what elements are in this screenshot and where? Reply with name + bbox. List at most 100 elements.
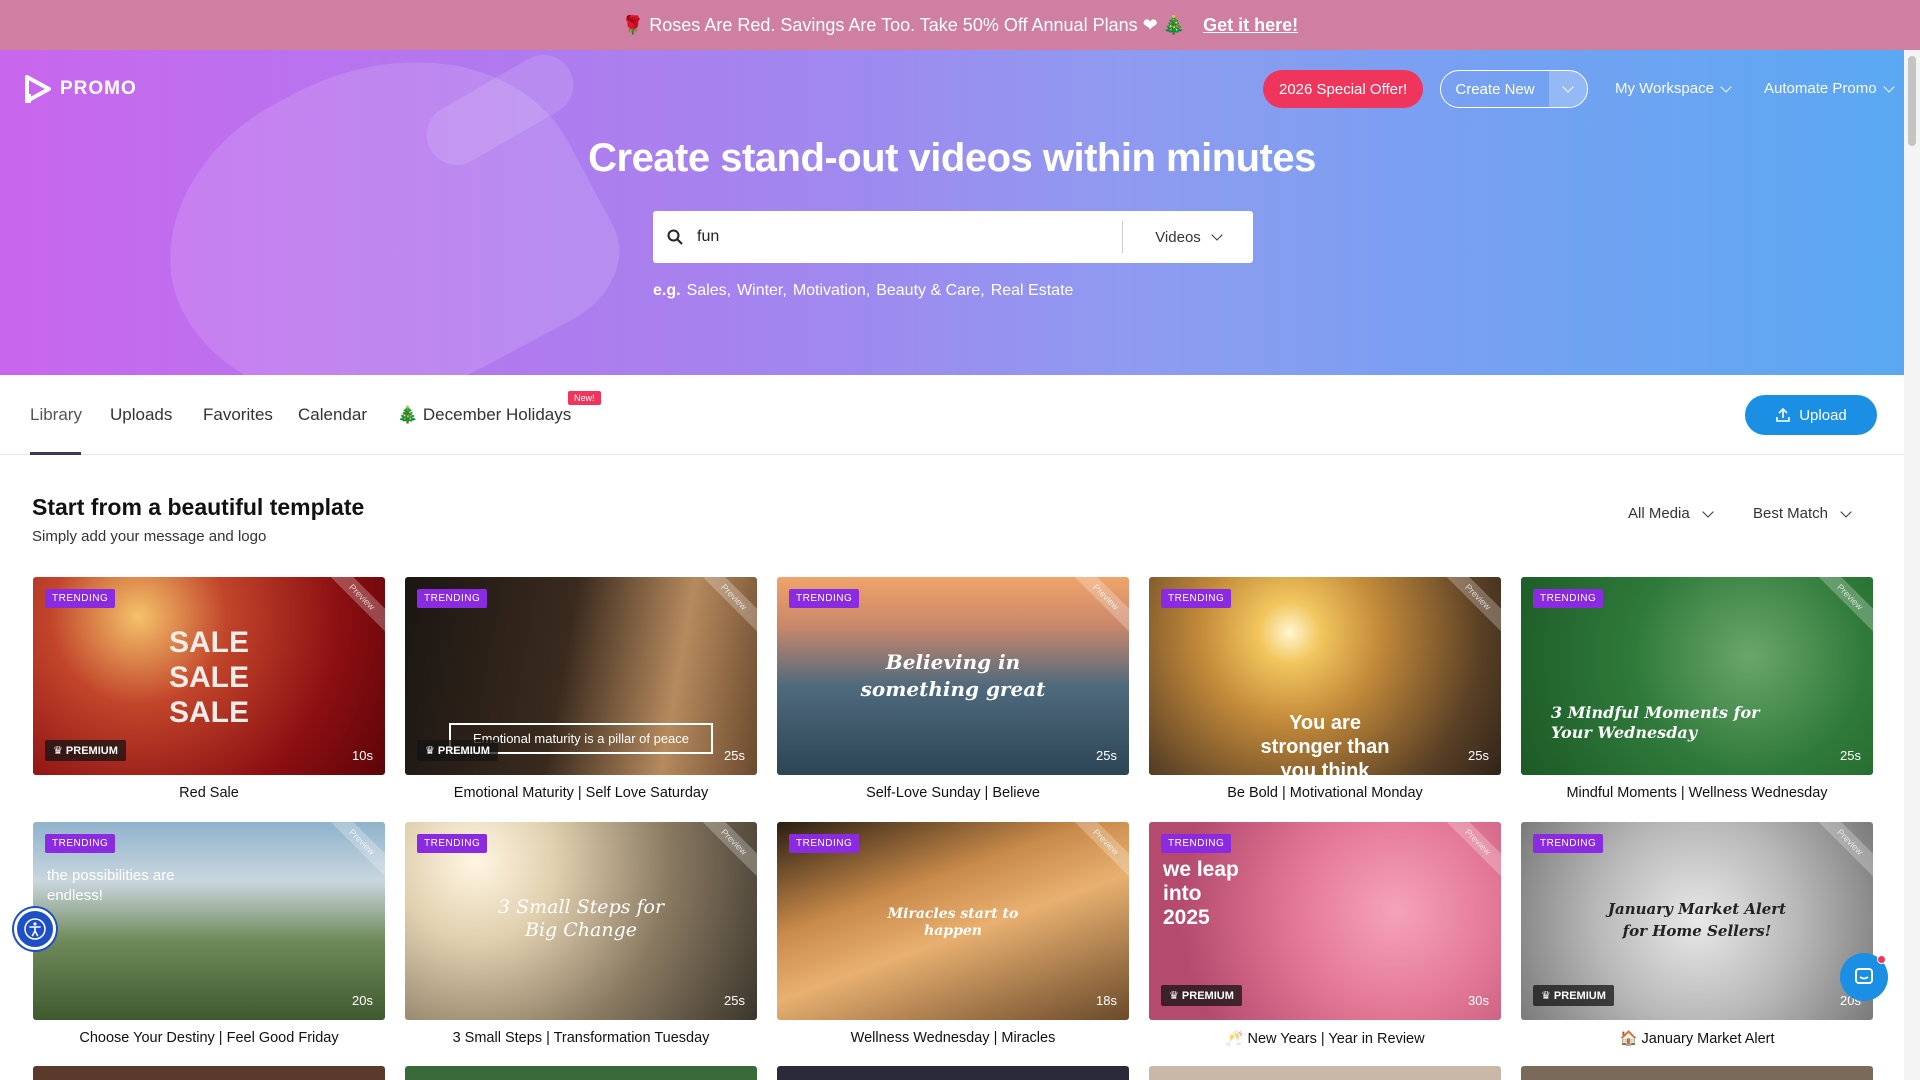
tab-december-holidays[interactable]: 🎄 December Holidays bbox=[397, 405, 571, 425]
template-card[interactable]: Preview TRENDING Believing in something … bbox=[777, 577, 1129, 801]
template-card[interactable]: Preview TRENDING Emotional maturity is a… bbox=[405, 577, 757, 801]
template-title[interactable]: 🥂 New Years | Year in Review bbox=[1149, 1030, 1501, 1047]
create-new-label[interactable]: Create New bbox=[1441, 81, 1549, 98]
preview-ribbon: Preview bbox=[1068, 822, 1129, 880]
example-link[interactable]: Winter, bbox=[737, 282, 787, 300]
premium-badge: ♛ PREMIUM bbox=[45, 740, 126, 761]
template-thumbnail-partial[interactable] bbox=[405, 1066, 757, 1080]
preview-ribbon: Preview bbox=[696, 577, 757, 635]
section-title: Start from a beautiful template bbox=[32, 494, 365, 520]
template-thumbnail-partial[interactable] bbox=[1521, 1066, 1873, 1080]
automate-promo-menu[interactable]: Automate Promo bbox=[1764, 80, 1895, 97]
thumbnail-overlay-text: January Market Alert for Home Sellers! bbox=[1607, 900, 1787, 940]
accessibility-button[interactable] bbox=[14, 908, 56, 950]
preview-ribbon: Preview bbox=[1812, 822, 1873, 880]
template-thumbnail[interactable]: Preview TRENDING SALE SALE SALE ♛ PREMIU… bbox=[33, 577, 385, 775]
premium-badge: ♛ PREMIUM bbox=[1161, 985, 1242, 1006]
premium-label: PREMIUM bbox=[1181, 990, 1234, 1002]
media-filter-select[interactable]: All Media bbox=[1628, 505, 1714, 522]
create-new-button[interactable]: Create New bbox=[1440, 70, 1588, 108]
template-card[interactable]: Preview TRENDING the possibilities are e… bbox=[33, 822, 385, 1046]
trending-badge: TRENDING bbox=[1533, 834, 1604, 853]
template-thumbnail-partial[interactable] bbox=[1149, 1066, 1501, 1080]
chevron-down-icon bbox=[1882, 80, 1895, 93]
template-title[interactable]: Red Sale bbox=[33, 785, 385, 801]
template-card[interactable]: Preview TRENDING we leap into 2025 ♛ PRE… bbox=[1149, 822, 1501, 1047]
search-input[interactable]: fun bbox=[697, 228, 1122, 246]
template-card[interactable]: Preview TRENDING You are stronger than y… bbox=[1149, 577, 1501, 801]
template-thumbnail[interactable]: Preview TRENDING we leap into 2025 ♛ PRE… bbox=[1149, 822, 1501, 1020]
template-title[interactable]: 🏠 January Market Alert bbox=[1521, 1030, 1873, 1047]
tab-library[interactable]: Library bbox=[30, 405, 82, 425]
example-link[interactable]: Motivation, bbox=[793, 282, 870, 300]
template-title[interactable]: Mindful Moments | Wellness Wednesday bbox=[1521, 785, 1873, 801]
template-title[interactable]: Self-Love Sunday | Believe bbox=[777, 785, 1129, 801]
template-thumbnail-partial[interactable] bbox=[777, 1066, 1129, 1080]
thumbnail-overlay-text: SALE SALE SALE bbox=[168, 626, 249, 729]
trending-badge: TRENDING bbox=[789, 589, 860, 608]
template-thumbnail[interactable]: Preview TRENDING 3 Mindful Moments for Y… bbox=[1521, 577, 1873, 775]
tab-favorites[interactable]: Favorites bbox=[203, 405, 273, 425]
special-offer-button[interactable]: 2026 Special Offer! bbox=[1263, 70, 1424, 108]
search-type-select[interactable]: Videos bbox=[1123, 229, 1253, 246]
chevron-down-icon bbox=[1720, 80, 1732, 93]
template-card[interactable]: Preview TRENDING January Market Alert fo… bbox=[1521, 822, 1873, 1047]
promo-banner-text: 🌹 Roses Are Red. Savings Are Too. Take 5… bbox=[621, 14, 1186, 35]
sort-select[interactable]: Best Match bbox=[1753, 505, 1852, 522]
premium-label: PREMIUM bbox=[65, 745, 118, 757]
trending-badge: TRENDING bbox=[45, 834, 116, 853]
promo-logo[interactable]: PROMO bbox=[24, 74, 137, 104]
template-thumbnail[interactable]: Preview TRENDING 3 Small Steps for Big C… bbox=[405, 822, 757, 1020]
premium-label: PREMIUM bbox=[1553, 990, 1606, 1002]
template-title[interactable]: Choose Your Destiny | Feel Good Friday bbox=[33, 1030, 385, 1046]
my-workspace-menu[interactable]: My Workspace bbox=[1615, 80, 1732, 97]
search-icon bbox=[653, 229, 697, 245]
new-badge: New! bbox=[568, 391, 601, 405]
template-title[interactable]: Be Bold | Motivational Monday bbox=[1149, 785, 1501, 801]
template-thumbnail[interactable]: Preview TRENDING Believing in something … bbox=[777, 577, 1129, 775]
trending-badge: TRENDING bbox=[417, 834, 488, 853]
chevron-down-icon bbox=[1702, 505, 1714, 518]
template-title[interactable]: Wellness Wednesday | Miracles bbox=[777, 1030, 1129, 1046]
chat-icon bbox=[1855, 968, 1873, 984]
page-scrollbar[interactable] bbox=[1904, 50, 1920, 1080]
duration-label: 10s bbox=[352, 748, 373, 763]
premium-label: PREMIUM bbox=[437, 745, 490, 757]
trending-badge: TRENDING bbox=[45, 589, 116, 608]
preview-ribbon: Preview bbox=[1812, 577, 1873, 635]
preview-ribbon: Preview bbox=[324, 822, 385, 880]
preview-ribbon: Preview bbox=[1440, 822, 1501, 880]
example-link[interactable]: Sales, bbox=[687, 282, 731, 300]
scrollbar-thumb[interactable] bbox=[1908, 56, 1916, 146]
template-thumbnail-partial[interactable] bbox=[33, 1066, 385, 1080]
thumbnail-overlay-text: Believing in something great bbox=[860, 650, 1046, 701]
example-link[interactable]: Real Estate bbox=[991, 282, 1074, 300]
preview-ribbon: Preview bbox=[1068, 577, 1129, 635]
example-link[interactable]: Beauty & Care, bbox=[876, 282, 985, 300]
template-thumbnail[interactable]: Preview TRENDING You are stronger than y… bbox=[1149, 577, 1501, 775]
trending-badge: TRENDING bbox=[417, 589, 488, 608]
duration-label: 18s bbox=[1096, 993, 1117, 1008]
upload-label: Upload bbox=[1799, 406, 1847, 424]
template-thumbnail[interactable]: Preview TRENDING Emotional maturity is a… bbox=[405, 577, 757, 775]
promo-banner-link[interactable]: Get it here! bbox=[1203, 15, 1298, 36]
template-thumbnail[interactable]: Preview TRENDING the possibilities are e… bbox=[33, 822, 385, 1020]
create-new-dropdown[interactable] bbox=[1549, 71, 1587, 107]
tab-uploads[interactable]: Uploads bbox=[110, 405, 172, 425]
trending-badge: TRENDING bbox=[1533, 589, 1604, 608]
template-title[interactable]: 3 Small Steps | Transformation Tuesday bbox=[405, 1030, 757, 1046]
template-card[interactable]: Preview TRENDING 3 Small Steps for Big C… bbox=[405, 822, 757, 1046]
tab-calendar[interactable]: Calendar bbox=[298, 405, 367, 425]
my-workspace-label: My Workspace bbox=[1615, 80, 1714, 97]
chat-support-button[interactable] bbox=[1840, 953, 1888, 1001]
search-bar: fun Videos bbox=[653, 211, 1253, 263]
template-thumbnail[interactable]: Preview TRENDING Miracles start to happe… bbox=[777, 822, 1129, 1020]
template-title[interactable]: Emotional Maturity | Self Love Saturday bbox=[405, 785, 757, 801]
media-filter-label: All Media bbox=[1628, 505, 1690, 522]
template-card[interactable]: Preview TRENDING Miracles start to happe… bbox=[777, 822, 1129, 1046]
template-card[interactable]: Preview TRENDING SALE SALE SALE ♛ PREMIU… bbox=[33, 577, 385, 801]
template-thumbnail[interactable]: Preview TRENDING January Market Alert fo… bbox=[1521, 822, 1873, 1020]
upload-button[interactable]: Upload bbox=[1745, 395, 1877, 435]
thumbnail-overlay-text: the possibilities are endless! bbox=[47, 867, 175, 904]
template-card[interactable]: Preview TRENDING 3 Mindful Moments for Y… bbox=[1521, 577, 1873, 801]
